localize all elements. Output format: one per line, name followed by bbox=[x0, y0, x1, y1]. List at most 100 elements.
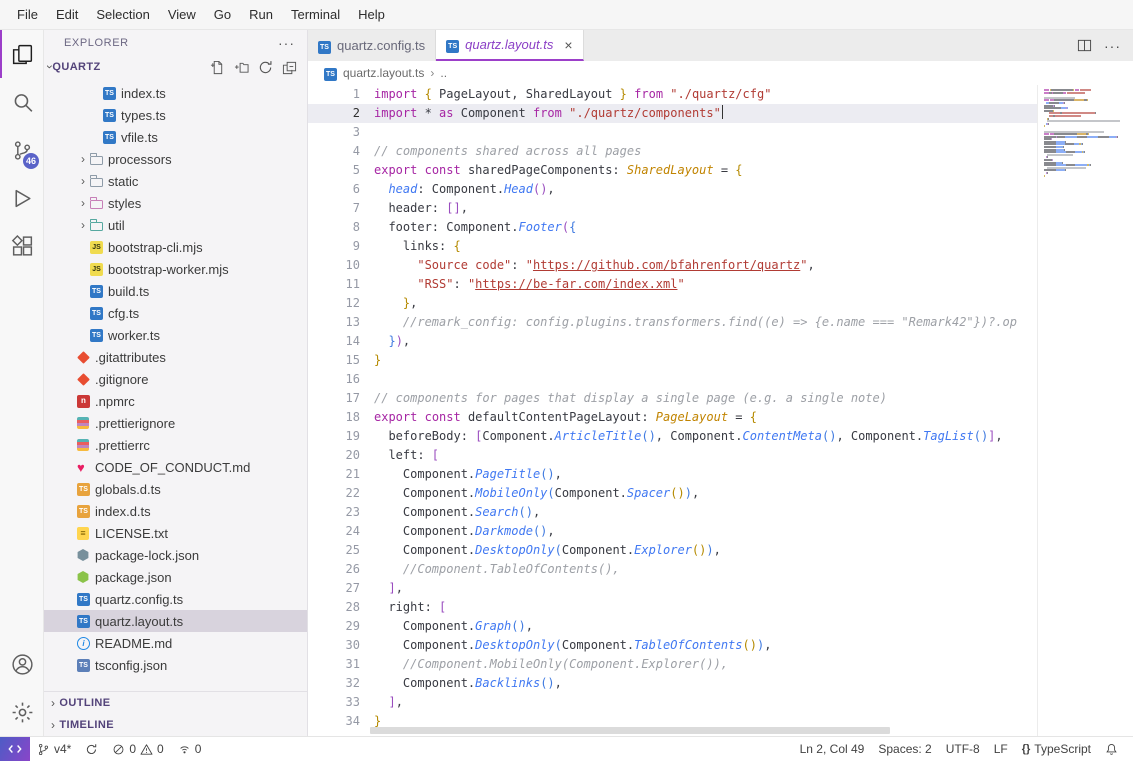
file-bootstrap-worker-mjs[interactable]: JSbootstrap-worker.mjs bbox=[44, 258, 307, 280]
code-line-12[interactable]: 12 }, bbox=[308, 294, 1037, 313]
file-tsconfig-json[interactable]: TStsconfig.json bbox=[44, 654, 307, 676]
folder-util[interactable]: ›util bbox=[44, 214, 307, 236]
file-index-ts[interactable]: TSindex.ts bbox=[44, 82, 307, 104]
code-line-23[interactable]: 23 Component.Search(), bbox=[308, 503, 1037, 522]
folder-static[interactable]: ›static bbox=[44, 170, 307, 192]
menu-item-edit[interactable]: Edit bbox=[47, 0, 87, 29]
file-package-lock-json[interactable]: package-lock.json bbox=[44, 544, 307, 566]
file-index-d-ts[interactable]: TSindex.d.ts bbox=[44, 500, 307, 522]
new-folder-icon[interactable] bbox=[234, 60, 249, 75]
file-code-of-conduct-md[interactable]: ♥CODE_OF_CONDUCT.md bbox=[44, 456, 307, 478]
code-line-29[interactable]: 29 Component.Graph(), bbox=[308, 617, 1037, 636]
code-line-31[interactable]: 31 //Component.MobileOnly(Component.Expl… bbox=[308, 655, 1037, 674]
activity-bar-item-extensions[interactable] bbox=[0, 222, 43, 270]
tab-quartz-config-ts[interactable]: TSquartz.config.ts bbox=[308, 30, 436, 61]
code-line-26[interactable]: 26 //Component.TableOfContents(), bbox=[308, 560, 1037, 579]
code-line-25[interactable]: 25 Component.DesktopOnly(Component.Explo… bbox=[308, 541, 1037, 560]
code-line-4[interactable]: 4// components shared across all pages bbox=[308, 142, 1037, 161]
code-line-22[interactable]: 22 Component.MobileOnly(Component.Spacer… bbox=[308, 484, 1037, 503]
status-sync[interactable] bbox=[78, 737, 105, 761]
status-indentation[interactable]: Spaces: 2 bbox=[871, 737, 938, 761]
menu-item-view[interactable]: View bbox=[159, 0, 205, 29]
code-line-11[interactable]: 11 "RSS": "https://be-far.com/index.xml" bbox=[308, 275, 1037, 294]
status-language[interactable]: {}TypeScript bbox=[1015, 737, 1098, 761]
code-line-19[interactable]: 19 beforeBody: [Component.ArticleTitle()… bbox=[308, 427, 1037, 446]
tab-quartz-layout-ts[interactable]: TSquartz.layout.ts× bbox=[436, 30, 583, 61]
folder-processors[interactable]: ›processors bbox=[44, 148, 307, 170]
file-npmrc[interactable]: n.npmrc bbox=[44, 390, 307, 412]
explorer-section-header[interactable]: › QUARTZ bbox=[44, 56, 307, 78]
collapse-all-icon[interactable] bbox=[282, 60, 297, 75]
code-line-14[interactable]: 14 }), bbox=[308, 332, 1037, 351]
split-editor-icon[interactable] bbox=[1077, 38, 1092, 53]
code-line-20[interactable]: 20 left: [ bbox=[308, 446, 1037, 465]
code-line-33[interactable]: 33 ], bbox=[308, 693, 1037, 712]
folder-styles[interactable]: ›styles bbox=[44, 192, 307, 214]
horizontal-scrollbar[interactable] bbox=[370, 727, 890, 734]
menu-item-run[interactable]: Run bbox=[240, 0, 282, 29]
status-ports[interactable]: 0 bbox=[171, 737, 209, 761]
menu-item-file[interactable]: File bbox=[8, 0, 47, 29]
code-line-7[interactable]: 7 header: [], bbox=[308, 199, 1037, 218]
file-globals-d-ts[interactable]: TSglobals.d.ts bbox=[44, 478, 307, 500]
file-package-json[interactable]: package.json bbox=[44, 566, 307, 588]
code-line-32[interactable]: 32 Component.Backlinks(), bbox=[308, 674, 1037, 693]
close-icon[interactable]: × bbox=[564, 37, 572, 53]
more-actions-icon[interactable]: ··· bbox=[278, 35, 295, 51]
code-line-28[interactable]: 28 right: [ bbox=[308, 598, 1037, 617]
code-line-15[interactable]: 15} bbox=[308, 351, 1037, 370]
refresh-icon[interactable] bbox=[258, 60, 273, 75]
activity-bar-item-settings[interactable] bbox=[0, 688, 43, 736]
status-encoding[interactable]: UTF-8 bbox=[939, 737, 987, 761]
breadcrumb-file[interactable]: quartz.layout.ts bbox=[343, 66, 424, 80]
remote-indicator[interactable] bbox=[0, 737, 30, 761]
code-line-16[interactable]: 16 bbox=[308, 370, 1037, 389]
code-line-6[interactable]: 6 head: Component.Head(), bbox=[308, 180, 1037, 199]
minimap[interactable] bbox=[1037, 85, 1133, 736]
section-outline[interactable]: ›OUTLINE bbox=[44, 692, 307, 714]
file-vfile-ts[interactable]: TSvfile.ts bbox=[44, 126, 307, 148]
code-line-5[interactable]: 5export const sharedPageComponents: Shar… bbox=[308, 161, 1037, 180]
activity-bar-item-run-debug[interactable] bbox=[0, 174, 43, 222]
menu-item-selection[interactable]: Selection bbox=[87, 0, 158, 29]
code-line-30[interactable]: 30 Component.DesktopOnly(Component.Table… bbox=[308, 636, 1037, 655]
menu-item-help[interactable]: Help bbox=[349, 0, 394, 29]
code-line-10[interactable]: 10 "Source code": "https://github.com/bf… bbox=[308, 256, 1037, 275]
code-line-24[interactable]: 24 Component.Darkmode(), bbox=[308, 522, 1037, 541]
code-line-8[interactable]: 8 footer: Component.Footer({ bbox=[308, 218, 1037, 237]
code-line-27[interactable]: 27 ], bbox=[308, 579, 1037, 598]
activity-bar-item-search[interactable] bbox=[0, 78, 43, 126]
code-line-17[interactable]: 17// components for pages that display a… bbox=[308, 389, 1037, 408]
file-gitattributes[interactable]: .gitattributes bbox=[44, 346, 307, 368]
file-license-txt[interactable]: ≡LICENSE.txt bbox=[44, 522, 307, 544]
file-bootstrap-cli-mjs[interactable]: JSbootstrap-cli.mjs bbox=[44, 236, 307, 258]
breadcrumb-symbol[interactable]: .. bbox=[440, 66, 447, 80]
file-worker-ts[interactable]: TSworker.ts bbox=[44, 324, 307, 346]
status-branch[interactable]: v4* bbox=[30, 737, 78, 761]
status-problems[interactable]: 00 bbox=[105, 737, 170, 761]
more-actions-icon[interactable]: ··· bbox=[1104, 38, 1121, 54]
file-types-ts[interactable]: TStypes.ts bbox=[44, 104, 307, 126]
activity-bar-item-source-control[interactable]: 46 bbox=[0, 126, 43, 174]
file-prettierignore[interactable]: .prettierignore bbox=[44, 412, 307, 434]
code-line-13[interactable]: 13 //remark_config: config.plugins.trans… bbox=[308, 313, 1037, 332]
menu-item-go[interactable]: Go bbox=[205, 0, 240, 29]
file-prettierrc[interactable]: .prettierrc bbox=[44, 434, 307, 456]
section-timeline[interactable]: ›TIMELINE bbox=[44, 714, 307, 736]
menu-item-terminal[interactable]: Terminal bbox=[282, 0, 349, 29]
code-line-3[interactable]: 3 bbox=[308, 123, 1037, 142]
file-build-ts[interactable]: TSbuild.ts bbox=[44, 280, 307, 302]
file-gitignore[interactable]: .gitignore bbox=[44, 368, 307, 390]
activity-bar-item-explorer[interactable] bbox=[0, 30, 43, 78]
code-line-1[interactable]: 1import { PageLayout, SharedLayout } fro… bbox=[308, 85, 1037, 104]
code-line-18[interactable]: 18export const defaultContentPageLayout:… bbox=[308, 408, 1037, 427]
status-notifications[interactable] bbox=[1098, 737, 1125, 761]
file-readme-md[interactable]: iREADME.md bbox=[44, 632, 307, 654]
code-line-2[interactable]: 2import * as Component from "./quartz/co… bbox=[308, 104, 1037, 123]
new-file-icon[interactable] bbox=[210, 60, 225, 75]
file-quartz-config-ts[interactable]: TSquartz.config.ts bbox=[44, 588, 307, 610]
status-cursor-position[interactable]: Ln 2, Col 49 bbox=[793, 737, 872, 761]
activity-bar-item-accounts[interactable] bbox=[0, 640, 43, 688]
file-quartz-layout-ts[interactable]: TSquartz.layout.ts bbox=[44, 610, 307, 632]
code-line-9[interactable]: 9 links: { bbox=[308, 237, 1037, 256]
